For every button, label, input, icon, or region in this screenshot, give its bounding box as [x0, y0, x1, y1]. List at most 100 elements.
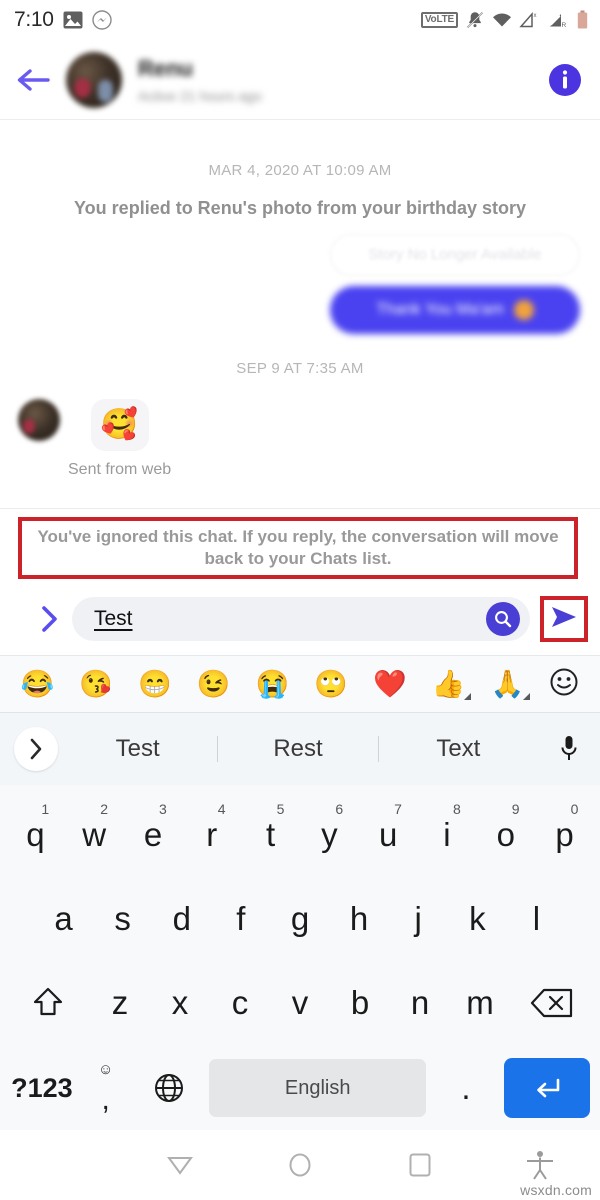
ignored-chat-zone: You've ignored this chat. If you reply, … — [0, 508, 600, 588]
highlight-box-notice: You've ignored this chat. If you reply, … — [18, 517, 578, 579]
back-button[interactable] — [16, 67, 62, 93]
wifi-icon — [492, 12, 512, 28]
sticker-group: 🥰 Sent from web — [68, 398, 171, 479]
key-g[interactable]: g — [270, 877, 329, 961]
key-number-hint: 3 — [158, 801, 167, 817]
contact-status: Active 21 hours ago — [138, 87, 262, 104]
key-k[interactable]: k — [448, 877, 507, 961]
key-i[interactable]: i8 — [418, 793, 477, 877]
inline-emoji-icon — [513, 299, 534, 320]
symbols-key[interactable]: ?123 — [10, 1045, 74, 1131]
key-y[interactable]: y6 — [300, 793, 359, 877]
nav-back-button[interactable] — [120, 1152, 240, 1178]
header-text[interactable]: Renu Active 21 hours ago — [138, 56, 548, 104]
key-z[interactable]: z — [90, 961, 150, 1045]
space-key[interactable]: English — [209, 1059, 427, 1117]
key-p[interactable]: p0 — [535, 793, 594, 877]
variant-corner-icon — [523, 692, 531, 700]
signal-no-service-icon: x — [519, 11, 541, 29]
key-r[interactable]: r4 — [182, 793, 241, 877]
variant-corner-icon — [464, 692, 472, 700]
emoji-picker-button[interactable] — [549, 667, 579, 702]
key-number-hint: 0 — [570, 801, 579, 817]
emoji-button[interactable]: 😉 — [197, 670, 231, 698]
key-n[interactable]: n — [390, 961, 450, 1045]
outgoing-message-row: Thank You Ma'am — [18, 276, 582, 334]
key-label: q — [26, 816, 45, 853]
key-l[interactable]: l — [507, 877, 566, 961]
expand-actions-button[interactable] — [32, 604, 68, 634]
key-f[interactable]: f — [211, 877, 270, 961]
microphone-button[interactable] — [538, 733, 600, 765]
message-bubble-outgoing[interactable]: Thank You Ma'am — [330, 285, 580, 334]
nav-back-icon — [167, 1157, 193, 1175]
key-c[interactable]: c — [210, 961, 270, 1045]
key-d[interactable]: d — [152, 877, 211, 961]
key-h[interactable]: h — [330, 877, 389, 961]
accessibility-button[interactable] — [480, 1149, 600, 1181]
info-button[interactable] — [548, 63, 582, 97]
key-label: o — [496, 816, 515, 853]
key-label: y — [321, 816, 338, 853]
key-m[interactable]: m — [450, 961, 510, 1045]
period-key[interactable]: . — [434, 1045, 498, 1131]
key-t[interactable]: t5 — [241, 793, 300, 877]
shift-key[interactable] — [6, 961, 90, 1045]
volte-icon: VoLTE — [420, 12, 458, 28]
key-w[interactable]: w2 — [65, 793, 124, 877]
status-clock: 7:10 — [14, 8, 54, 31]
chevron-right-icon — [30, 738, 42, 760]
suggestion-item[interactable]: Rest — [218, 735, 377, 763]
emoji-button[interactable]: 😘 — [79, 670, 113, 698]
key-q[interactable]: q1 — [6, 793, 65, 877]
key-label: u — [379, 816, 398, 853]
keyboard-row-4: ?123 ☺ , English . — [0, 1045, 600, 1131]
comma-key[interactable]: ☺ , — [74, 1045, 138, 1131]
key-b[interactable]: b — [330, 961, 390, 1045]
nav-recents-button[interactable] — [360, 1152, 480, 1178]
notifications-muted-icon — [465, 10, 485, 30]
status-bar-left: 7:10 — [14, 8, 112, 32]
watermark: wsxdn.com — [520, 1182, 592, 1198]
story-unavailable-bubble[interactable]: Story No Longer Available — [330, 233, 580, 276]
keyboard-row-1: q1 w2 e3 r4 t5 y6 u7 i8 o9 p0 — [0, 793, 600, 877]
emoji-button[interactable]: 😭 — [256, 670, 290, 698]
language-switch-key[interactable] — [138, 1045, 202, 1131]
key-u[interactable]: u7 — [359, 793, 418, 877]
microphone-icon — [561, 736, 577, 760]
phone-screen: 7:10 VoLTE x R Renu Active 21 hours ago … — [0, 0, 600, 1200]
nav-recents-icon — [409, 1153, 431, 1177]
avatar[interactable] — [18, 398, 60, 441]
key-a[interactable]: a — [34, 877, 93, 961]
message-input-field[interactable]: Test — [72, 597, 530, 641]
key-o[interactable]: o9 — [476, 793, 535, 877]
emoji-button-variants[interactable]: 👍 — [432, 670, 472, 700]
emoji-button-variants[interactable]: 🙏 — [491, 670, 531, 700]
suggestion-expand-button[interactable] — [14, 727, 58, 771]
key-v[interactable]: v — [270, 961, 330, 1045]
key-s[interactable]: s — [93, 877, 152, 961]
send-button[interactable] — [549, 604, 579, 635]
key-number-hint: 9 — [511, 801, 520, 817]
key-label: , — [101, 1083, 110, 1116]
timestamp-divider-2: SEP 9 AT 7:35 AM — [236, 359, 364, 377]
ignored-chat-notice: You've ignored this chat. If you reply, … — [37, 526, 559, 568]
send-icon — [552, 606, 576, 627]
avatar[interactable] — [66, 51, 122, 108]
emoji-button[interactable]: 😁 — [138, 670, 172, 698]
backspace-key[interactable] — [510, 961, 594, 1045]
sticker-bubble[interactable]: 🥰 — [90, 398, 149, 451]
key-j[interactable]: j — [389, 877, 448, 961]
nav-home-button[interactable] — [240, 1151, 360, 1179]
message-input-value[interactable]: Test — [94, 607, 486, 631]
key-e[interactable]: e3 — [124, 793, 183, 877]
suggestion-item[interactable]: Test — [58, 735, 217, 763]
key-x[interactable]: x — [150, 961, 210, 1045]
search-button[interactable] — [486, 602, 520, 636]
enter-key[interactable] — [503, 1058, 590, 1118]
suggestion-bar: Test Rest Text — [0, 713, 600, 785]
emoji-button[interactable]: 😂 — [21, 670, 55, 698]
emoji-button[interactable]: 🙄 — [314, 670, 348, 698]
suggestion-item[interactable]: Text — [379, 735, 538, 763]
emoji-button[interactable]: ❤️ — [373, 670, 407, 698]
